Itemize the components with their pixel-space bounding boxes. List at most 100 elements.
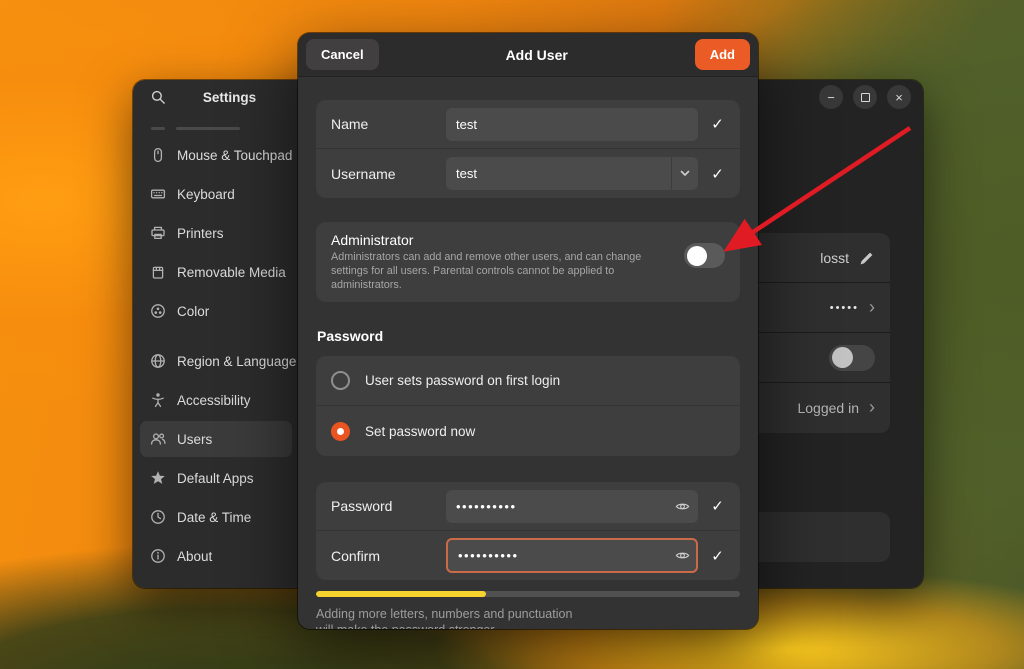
sidebar-headerbar: Settings	[133, 80, 299, 114]
administrator-title: Administrator	[331, 232, 414, 248]
close-button[interactable]: ×	[887, 85, 911, 109]
password-mode-group: User sets password on first login Set pa…	[316, 356, 740, 457]
password-valid-check-icon: ✓	[711, 498, 724, 516]
sidebar-list: Mouse & Touchpad Keyboard Printers Removabl…	[133, 114, 299, 577]
star-icon	[149, 470, 166, 487]
sidebar-item-label: Mouse & Touchpad	[177, 147, 293, 163]
dialog-headerbar: Cancel Add User Add	[298, 33, 758, 77]
activity-value: Logged in	[797, 400, 859, 416]
add-user-dialog: Cancel Add User Add Name ✓ Username	[298, 33, 758, 629]
sidebar-item-partial	[140, 117, 292, 137]
confirm-field-row: Confirm ✓	[316, 531, 740, 580]
sidebar-item-mouse-touchpad[interactable]: Mouse & Touchpad	[140, 137, 292, 173]
sidebar-item-label: Accessibility	[177, 392, 251, 408]
sidebar-item-keyboard[interactable]: Keyboard	[140, 176, 292, 212]
password-strength-fill	[316, 591, 486, 598]
sidebar-item-label: Keyboard	[177, 186, 235, 202]
password-fields-group: Password ✓ Confirm	[316, 482, 740, 581]
sidebar-item-label: Region & Language	[177, 353, 297, 369]
search-icon	[151, 90, 165, 104]
username-dropdown-button[interactable]	[672, 170, 698, 177]
color-icon	[149, 303, 166, 320]
maximize-icon	[860, 92, 870, 102]
sidebar-item-printers[interactable]: Printers	[140, 215, 292, 251]
username-label: Username	[331, 165, 396, 182]
mouse-icon	[149, 147, 166, 164]
dialog-body: Name ✓ Username ✓	[298, 100, 758, 629]
maximize-button[interactable]	[853, 85, 877, 109]
password-section-heading: Password	[317, 328, 384, 345]
keyboard-icon	[149, 186, 166, 203]
radio-selected-icon	[331, 421, 350, 441]
sidebar-item-about[interactable]: About	[140, 538, 292, 574]
users-icon	[149, 431, 166, 448]
user-name-value: losst	[820, 249, 849, 266]
sidebar-item-label: Printers	[177, 225, 224, 241]
password-field-row: Password ✓	[316, 482, 740, 532]
sidebar-item-label: Color	[177, 303, 210, 319]
window-title: Settings	[202, 89, 257, 105]
minimize-icon: −	[827, 89, 835, 105]
sidebar-item-region-language[interactable]: Region & Language	[140, 343, 296, 379]
password-strength-hint: Adding more letters, numbers and punctua…	[316, 607, 573, 629]
add-button[interactable]: Add	[694, 39, 750, 70]
reveal-confirm-button[interactable]	[673, 547, 691, 565]
automatic-login-toggle[interactable]	[829, 344, 875, 371]
accessibility-icon	[149, 392, 166, 409]
sidebar-item-label: Users	[177, 431, 213, 447]
sidebar-item-label: Default Apps	[177, 470, 254, 486]
info-icon	[149, 548, 166, 565]
printer-icon	[149, 225, 166, 242]
name-field-row: Name ✓	[316, 100, 740, 149]
sidebar-item-label: Removable Media	[177, 264, 286, 280]
chevron-down-icon	[680, 170, 690, 176]
name-label: Name	[331, 116, 369, 132]
confirm-valid-check-icon: ✓	[711, 547, 724, 565]
search-button[interactable]	[146, 85, 170, 109]
username-combo	[446, 157, 698, 190]
radio-unselected-icon	[331, 371, 350, 391]
sidebar-item-color[interactable]: Color	[140, 293, 292, 329]
settings-sidebar: Settings Mouse & Touchpad Keyboard Printer…	[133, 80, 300, 588]
edit-pencil-icon	[859, 250, 875, 266]
password-option-user-sets-password-on-first-login[interactable]: User sets password on first login	[316, 356, 740, 407]
password-option-label: User sets password on first login	[365, 373, 561, 389]
eye-icon	[675, 552, 689, 559]
password-option-set-password-now[interactable]: Set password now	[316, 406, 740, 456]
sidebar-item-default-apps[interactable]: Default Apps	[140, 460, 292, 496]
confirm-password-input[interactable]	[446, 538, 698, 574]
identity-fields-group: Name ✓ Username ✓	[316, 100, 740, 198]
cancel-button[interactable]: Cancel	[306, 39, 379, 70]
sidebar-item-accessibility[interactable]: Accessibility	[140, 382, 292, 418]
administrator-row: Administrator Administrators can add and…	[316, 222, 740, 303]
password-input[interactable]	[446, 489, 698, 523]
sidebar-item-label: Date & Time	[177, 509, 252, 525]
password-label: Password	[331, 498, 393, 515]
chevron-right-icon: ›	[869, 296, 875, 317]
eye-icon	[675, 503, 689, 509]
reveal-password-button[interactable]	[673, 497, 691, 515]
administrator-toggle[interactable]	[684, 243, 725, 268]
sidebar-item-date-time[interactable]: Date & Time	[140, 499, 292, 535]
sidebar-item-removable-media[interactable]: Removable Media	[140, 254, 292, 290]
password-strength-bar	[316, 591, 740, 598]
clock-icon	[149, 509, 166, 526]
username-input[interactable]	[446, 157, 671, 190]
password-option-label: Set password now	[365, 423, 476, 439]
sidebar-item-users[interactable]: Users	[140, 421, 292, 457]
dialog-title: Add User	[505, 46, 568, 63]
screenshot-stage: Settings Mouse & Touchpad Keyboard Printer…	[0, 0, 1024, 669]
globe-icon	[149, 353, 166, 370]
administrator-description: Administrators can add and remove other …	[331, 251, 642, 292]
chevron-right-icon: ›	[869, 397, 875, 417]
username-field-row: Username ✓	[316, 149, 740, 198]
confirm-label: Confirm	[331, 547, 381, 564]
sidebar-item-label: About	[177, 548, 213, 564]
minimize-button[interactable]: −	[819, 85, 843, 109]
name-valid-check-icon: ✓	[711, 116, 724, 133]
name-input[interactable]	[446, 107, 698, 141]
removable-media-icon	[149, 264, 166, 281]
username-valid-check-icon: ✓	[711, 165, 724, 183]
password-dots: •••••	[829, 301, 859, 314]
close-icon: ×	[895, 89, 903, 105]
